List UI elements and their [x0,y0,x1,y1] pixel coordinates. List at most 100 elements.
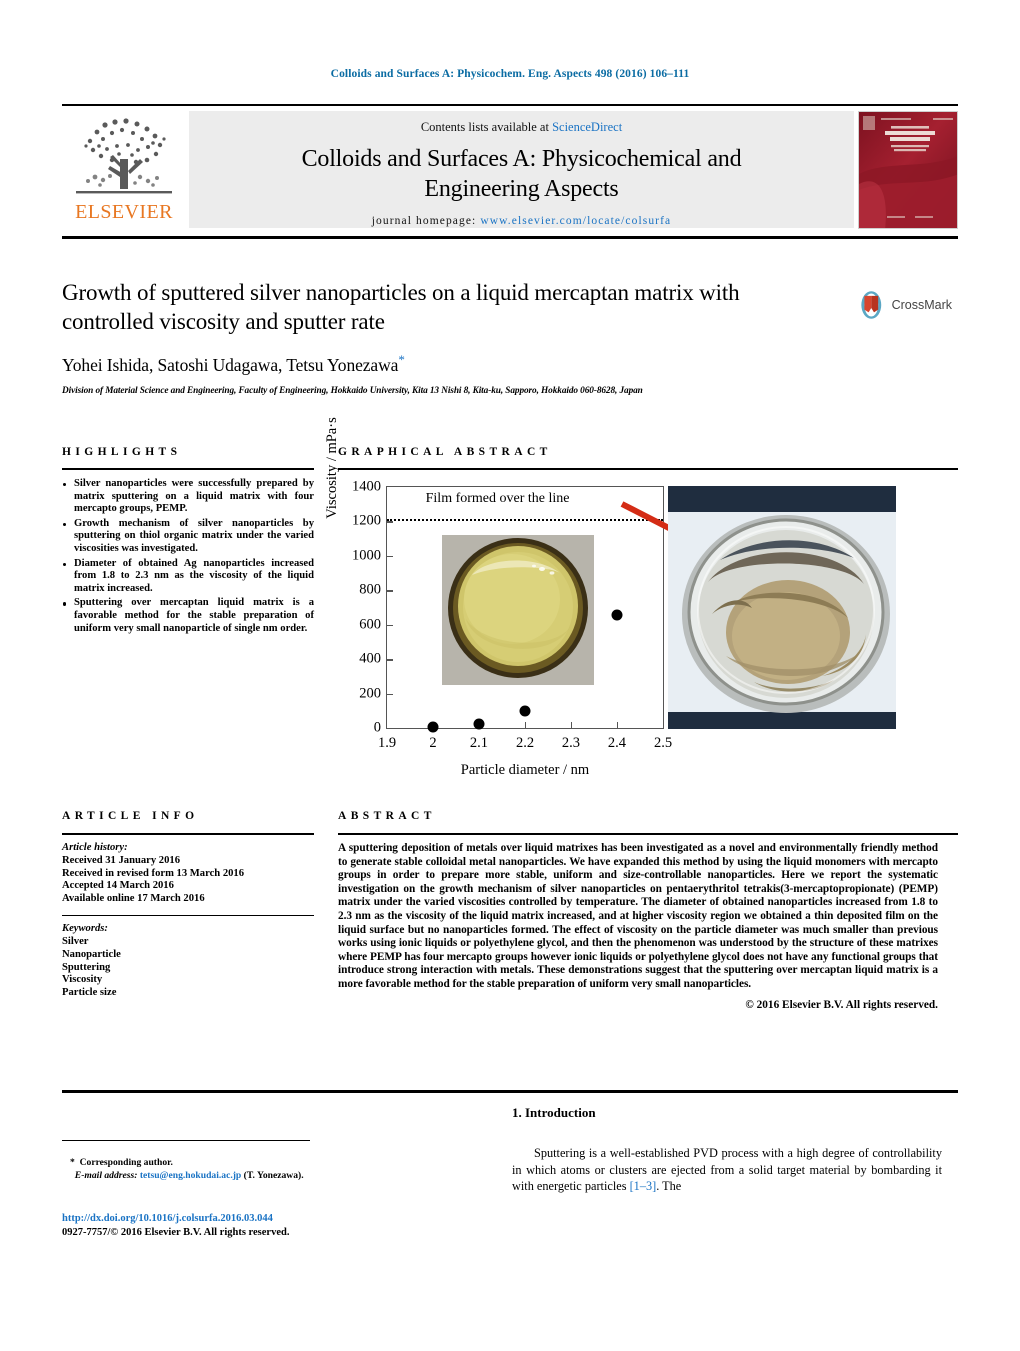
contents-available-line: Contents lists available at ScienceDirec… [421,120,622,135]
sciencedirect-link[interactable]: ScienceDirect [552,120,622,134]
x-tick-mark [616,722,619,728]
graphical-abstract-heading: GRAPHICAL ABSTRACT [338,446,552,458]
article-info-rule [62,833,314,835]
running-head: Colloids and Surfaces A: Physicochem. En… [330,68,690,80]
graphical-abstract-section: GRAPHICAL ABSTRACT [338,446,958,458]
highlights-list-wrap: Silver nanoparticles were successfully p… [62,478,314,637]
list-item: Growth mechanism of silver nanoparticles… [62,518,314,556]
x-tick-label: 2.2 [515,735,535,751]
x-tick-label: 2.1 [469,735,489,751]
list-item: Diameter of obtained Ag nanoparticles in… [62,558,314,596]
corr-label: Corresponding author. [79,1157,173,1168]
beaker-liquid-photo [442,535,594,685]
title-block: Growth of sputtered silver nanoparticles… [62,278,832,396]
y-tick-label: 800 [359,581,381,598]
x-tick-mark [570,722,573,728]
article-info-heading: ARTICLE INFO [62,810,199,822]
crossmark-label: CrossMark [891,298,952,312]
email-link[interactable]: tetsu@eng.hokudai.ac.jp [140,1170,241,1181]
journal-title-line1: Colloids and Surfaces A: Physicochemical… [301,146,742,172]
x-axis-title: Particle diameter / nm [460,762,590,778]
introduction-paragraph: Sputtering is a well-established PVD pro… [512,1145,942,1195]
crossmark-badge[interactable]: CrossMark [856,282,952,328]
article-info-sub-rule [62,914,314,917]
highlights-list: Silver nanoparticles were successfully p… [62,478,314,635]
journal-homepage-line: journal homepage: www.elsevier.com/locat… [372,215,672,227]
y-tick-label: 600 [359,616,381,633]
y-tick-label: 200 [359,685,381,702]
homepage-url-link[interactable]: www.elsevier.com/locate/colsurfa [480,215,671,227]
footnote-rule [62,1140,310,1142]
graphical-abstract-figure: Viscosity / mPa·s 0 200 400 600 800 1000… [324,417,958,778]
email-suffix: (T. Yonezawa). [243,1169,304,1181]
data-point [519,705,531,717]
list-item: Silver nanoparticles were successfully p… [62,478,314,516]
history-item: Received in revised form 13 March 2016 [62,867,245,879]
y-tick-mark [387,555,393,558]
contents-prefix: Contents lists available at [420,120,553,134]
article-info-section: ARTICLE INFO [62,810,314,822]
corresponding-author-note: * Corresponding author. E-mail address: … [70,1157,370,1182]
crossmark-icon [861,291,882,319]
keyword-item: Particle size [62,987,117,999]
keywords-label: Keywords: [62,923,108,935]
masthead-center: Contents lists available at ScienceDirec… [189,111,854,228]
reference-link[interactable]: [1–3] [630,1179,657,1193]
doi-link[interactable]: http://dx.doi.org/10.1016/j.colsurfa.201… [62,1212,422,1226]
x-tick-label: 2.3 [561,735,581,751]
abstract-rule [338,833,958,835]
masthead-bottom-rule [62,236,958,239]
journal-cover-thumbnail [858,111,958,229]
history-item: Accepted 14 March 2016 [62,880,174,892]
abstract-heading: ABSTRACT [338,810,436,822]
affiliation: Division of Material Science and Enginee… [62,385,643,396]
corr-star: * [70,1157,75,1168]
data-point [473,718,485,730]
issn-copyright-line: 0927-7757/© 2016 Elsevier B.V. All right… [62,1226,290,1238]
introduction-top-rule [62,1090,958,1093]
x-tick-mark [525,722,527,728]
author-names: Yohei Ishida, Satoshi Udagawa, Tetsu Yon… [62,354,399,375]
paper-page: Colloids and Surfaces A: Physicochem. En… [0,0,1020,1351]
page-title: Growth of sputtered silver nanoparticles… [62,280,740,334]
corresponding-author-marker: * [398,352,405,367]
beaker-film-photo [668,486,896,729]
journal-masthead: ELSEVIER Contents lists available at Sci… [62,104,958,230]
y-tick-mark [387,693,393,695]
article-history-label: Article history: [62,842,128,853]
highlights-section: HIGHLIGHTS [62,446,314,458]
data-point [427,721,439,733]
journal-title: Colloids and Surfaces A: Physicochemical… [302,144,742,204]
beaker-liquid-artwork [442,535,594,685]
y-tick-label: 0 [373,719,381,736]
y-tick-mark [387,590,393,592]
y-tick-label: 1200 [352,512,381,529]
x-tick-label: 2 [429,735,437,751]
keyword-item: Viscosity [62,974,103,986]
data-point [611,609,623,621]
y-tick-label: 1400 [352,478,381,495]
introduction-heading: 1. Introduction [512,1105,596,1120]
y-tick-mark [387,659,393,661]
graphical-abstract-rule [338,468,958,470]
y-tick-mark [387,521,393,523]
history-item: Received 31 January 2016 [62,854,180,866]
cover-artwork [859,112,957,228]
intro-text-part2: . The [656,1179,682,1193]
abstract-section: ABSTRACT [338,810,958,822]
highlights-heading: HIGHLIGHTS [62,446,182,458]
article-history: Article history: Received 31 January 201… [62,842,314,906]
y-axis-title: Viscosity / mPa·s [324,417,340,519]
history-item: Available online 17 March 2016 [62,893,205,905]
keyword-item: Sputtering [62,961,111,973]
abstract-copyright: © 2016 Elsevier B.V. All rights reserved… [745,998,938,1011]
keywords-block: Keywords: Silver Nanoparticle Sputtering… [62,923,314,1000]
abstract-text: A sputtering deposition of metals over l… [338,842,938,990]
journal-title-line2: Engineering Aspects [424,176,619,202]
keyword-item: Silver [62,935,89,947]
author-list: Yohei Ishida, Satoshi Udagawa, Tetsu Yon… [62,352,832,376]
abstract-body: A sputtering deposition of metals over l… [338,842,938,1011]
intro-text-part1: Sputtering is a well-established PVD pro… [512,1146,942,1193]
chart-container: Viscosity / mPa·s 0 200 400 600 800 1000… [324,417,898,778]
beaker-film-artwork [668,486,896,729]
